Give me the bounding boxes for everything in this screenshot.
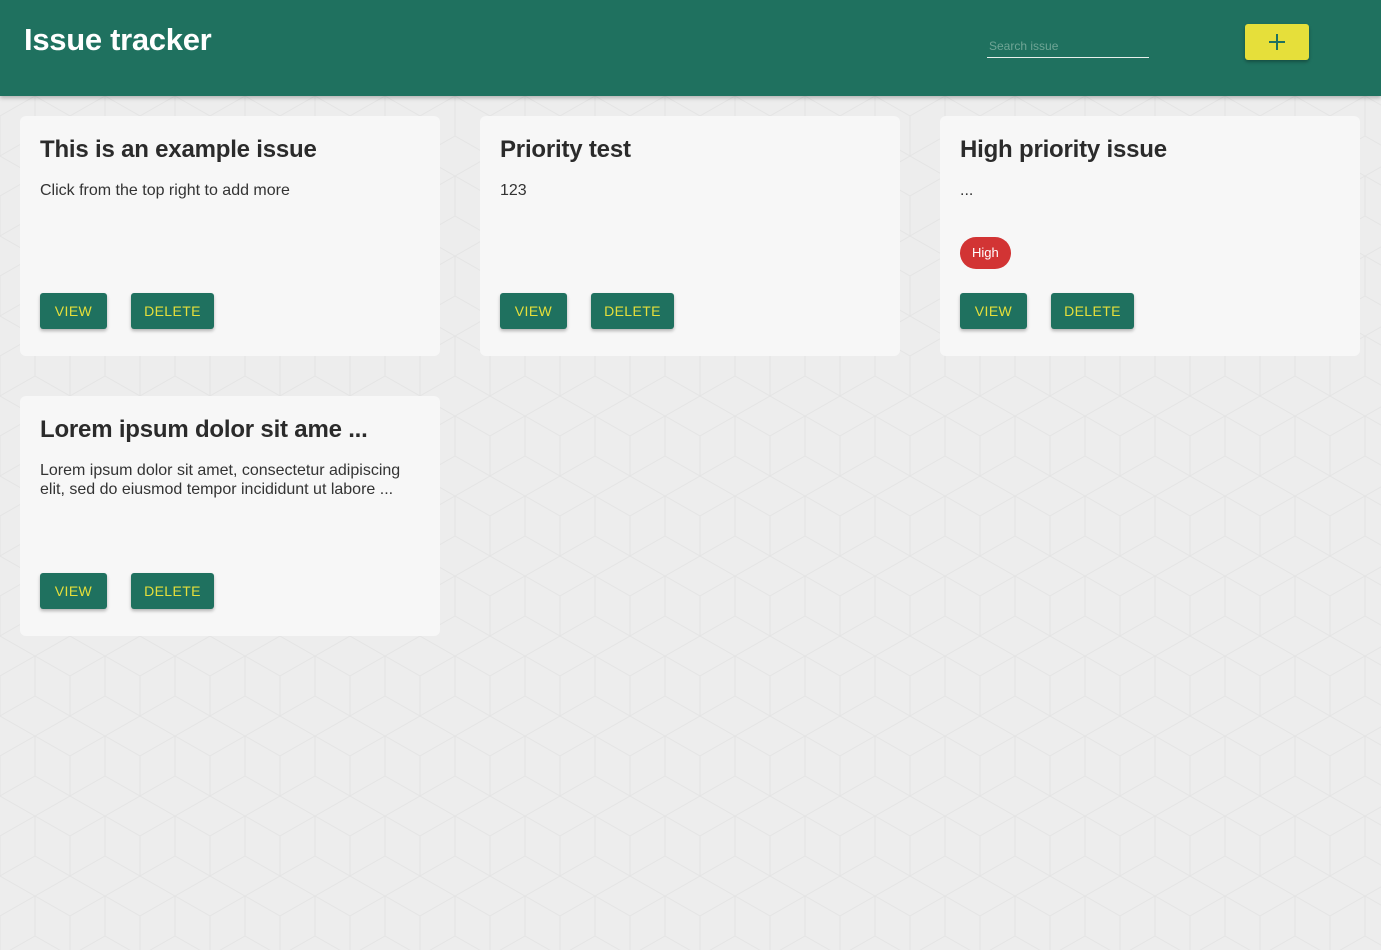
priority-badge: High xyxy=(960,237,1011,269)
view-button[interactable]: VIEW xyxy=(40,293,107,329)
issue-card: This is an example issue Click from the … xyxy=(20,116,440,356)
issue-description: 123 xyxy=(500,182,527,199)
issue-title: High priority issue xyxy=(960,136,1167,163)
delete-button[interactable]: DELETE xyxy=(131,293,214,329)
view-button[interactable]: VIEW xyxy=(500,293,567,329)
issue-description: Click from the top right to add more xyxy=(40,182,290,199)
delete-button[interactable]: DELETE xyxy=(1051,293,1134,329)
plus-icon xyxy=(1269,34,1285,50)
search-field xyxy=(987,30,1149,58)
issue-description: Lorem ipsum dolor sit amet, consectetur … xyxy=(40,462,401,498)
search-input[interactable] xyxy=(987,30,1149,57)
issue-title: Lorem ipsum dolor sit ame ... xyxy=(40,416,368,443)
app-title: Issue tracker xyxy=(24,22,212,57)
delete-button[interactable]: DELETE xyxy=(591,293,674,329)
view-button[interactable]: VIEW xyxy=(960,293,1027,329)
issue-card: Lorem ipsum dolor sit ame ... Lorem ipsu… xyxy=(20,396,440,636)
issue-title: Priority test xyxy=(500,136,631,163)
issue-description: ... xyxy=(960,182,974,199)
view-button[interactable]: VIEW xyxy=(40,573,107,609)
app-header: Issue tracker xyxy=(0,0,1381,96)
add-issue-button[interactable] xyxy=(1245,24,1309,60)
issue-title: This is an example issue xyxy=(40,136,317,163)
delete-button[interactable]: DELETE xyxy=(131,573,214,609)
issue-card: Priority test 123 VIEW DELETE xyxy=(480,116,900,356)
issue-card: High priority issue ... High VIEW DELETE xyxy=(940,116,1360,356)
